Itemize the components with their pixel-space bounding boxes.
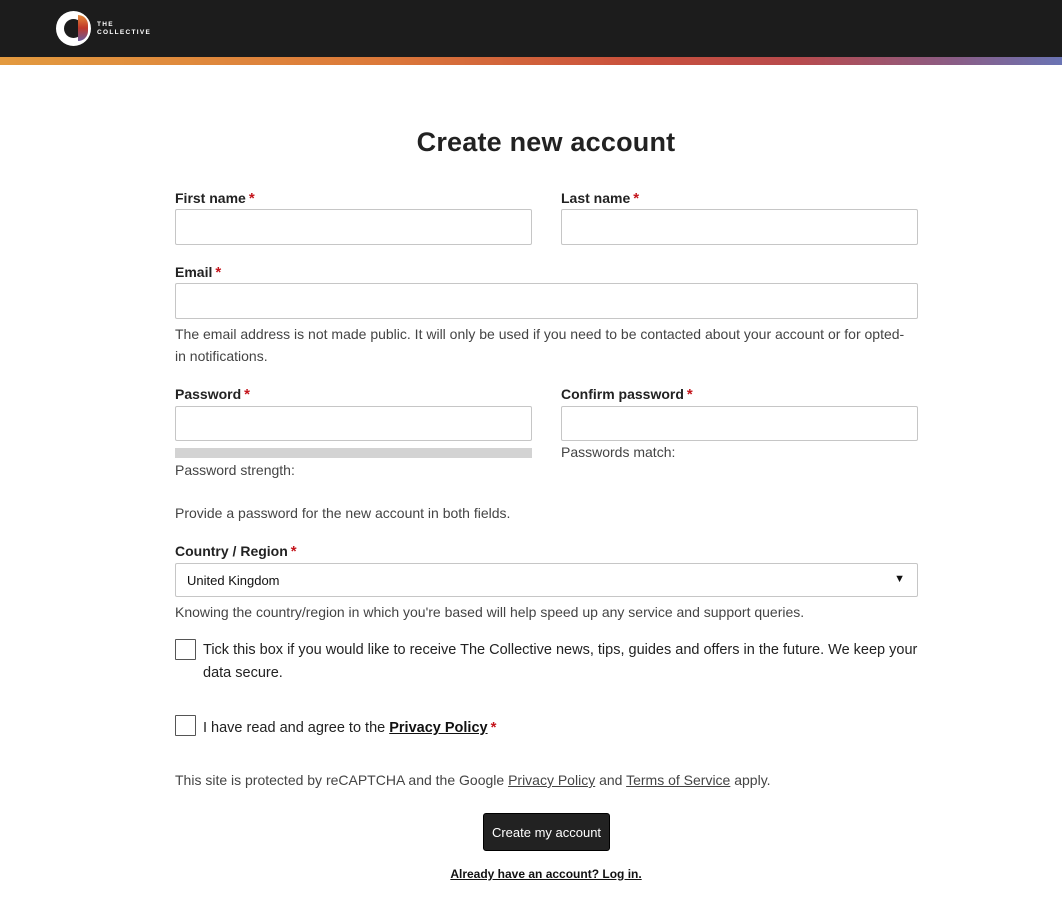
country-select-value: United Kingdom: [187, 573, 280, 588]
last-name-input[interactable]: [561, 209, 918, 245]
last-name-label: Last name *: [561, 190, 639, 207]
logo-line-the: THE: [97, 20, 114, 28]
first-name-input[interactable]: [175, 209, 532, 245]
passwords-match-label: Passwords match:: [561, 444, 676, 460]
password-label-text: Password: [175, 386, 242, 402]
last-name-label-text: Last name: [561, 190, 631, 206]
required-marker: *: [686, 386, 693, 403]
logo-line-collective: COLLECTIVE: [97, 28, 152, 36]
first-name-label: First name *: [175, 190, 255, 207]
newsletter-checkbox-label: Tick this box if you would like to recei…: [203, 642, 918, 681]
logo-ring-icon: [56, 11, 91, 46]
newsletter-checkbox[interactable]: [175, 639, 196, 660]
privacy-checkbox[interactable]: [175, 715, 196, 736]
country-select[interactable]: United Kingdom ▼: [175, 563, 918, 597]
recaptcha-text-after: apply.: [734, 772, 771, 788]
password-input[interactable]: [175, 406, 532, 441]
password-label: Password *: [175, 386, 250, 403]
google-terms-link[interactable]: Terms of Service: [626, 772, 730, 788]
required-marker: *: [244, 386, 250, 403]
privacy-checkbox-label: I have read and agree to the Privacy Pol…: [203, 716, 496, 740]
password-strength-meter: [175, 448, 532, 458]
confirm-password-label: Confirm password *: [561, 386, 693, 403]
country-label: Country / Region *: [175, 543, 297, 560]
required-marker: *: [633, 190, 640, 207]
google-privacy-link[interactable]: Privacy Policy: [508, 772, 595, 788]
required-marker: *: [248, 190, 255, 207]
confirm-password-input[interactable]: [561, 406, 918, 441]
required-marker: *: [490, 719, 497, 736]
email-label: Email *: [175, 264, 221, 281]
required-marker: *: [290, 543, 297, 560]
login-link[interactable]: Already have an account? Log in.: [0, 867, 1062, 881]
recaptcha-and: and: [599, 772, 623, 788]
create-account-button[interactable]: Create my account: [483, 813, 610, 851]
privacy-agree-text: I have read and agree to the: [203, 720, 386, 736]
required-marker: *: [215, 264, 222, 281]
header-gradient-bar: [0, 57, 1062, 65]
privacy-policy-link[interactable]: Privacy Policy: [389, 720, 487, 736]
country-label-text: Country / Region: [175, 543, 288, 559]
logo-text: THE COLLECTIVE: [97, 21, 151, 37]
recaptcha-text-before: This site is protected by reCAPTCHA and …: [175, 772, 505, 788]
site-header: THE COLLECTIVE: [0, 0, 1062, 57]
first-name-label-text: First name: [175, 190, 246, 206]
email-input[interactable]: [175, 283, 918, 319]
site-logo[interactable]: THE COLLECTIVE: [56, 11, 151, 46]
confirm-password-label-text: Confirm password: [561, 386, 684, 402]
recaptcha-notice: This site is protected by reCAPTCHA and …: [175, 772, 771, 788]
dropdown-arrow-icon: ▼: [894, 573, 905, 585]
country-help-text: Knowing the country/region in which you'…: [175, 604, 805, 620]
email-help-text: The email address is not made public. It…: [175, 326, 905, 364]
email-label-text: Email: [175, 264, 213, 280]
password-strength-label: Password strength:: [175, 462, 295, 478]
password-help-text: Provide a password for the new account i…: [175, 505, 511, 521]
page-title: Create new account: [416, 127, 676, 157]
